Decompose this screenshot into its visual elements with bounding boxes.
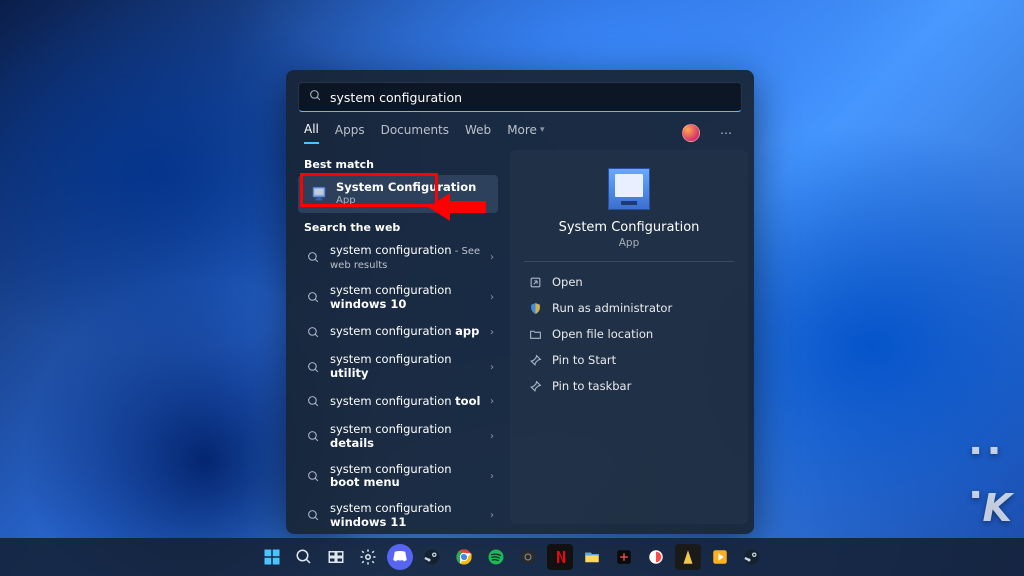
netflix-app-icon[interactable] (547, 544, 573, 570)
action-open[interactable]: Open (524, 270, 734, 294)
settings-app-icon[interactable] (355, 544, 381, 570)
chevron-right-icon: › (490, 431, 494, 442)
search-filter-tabs: All Apps Documents Web More ▾ ⋯ (286, 118, 754, 144)
web-result[interactable]: system configuration - See web results › (292, 238, 504, 278)
search-icon (304, 323, 322, 341)
best-match-title: System Configuration (336, 181, 488, 195)
web-result[interactable]: system configuration utility › (292, 347, 504, 387)
chevron-right-icon: › (490, 396, 494, 407)
shield-icon (528, 302, 542, 315)
tab-apps[interactable]: Apps (335, 122, 365, 144)
taskbar-search-button[interactable] (291, 544, 317, 570)
action-open-file-location[interactable]: Open file location (524, 322, 734, 346)
search-icon (304, 393, 322, 411)
watermark: ▪ ▪▪K (971, 442, 1010, 530)
file-explorer-icon[interactable] (579, 544, 605, 570)
best-match-label: Best match (292, 150, 504, 175)
web-result[interactable]: system configuration windows 10 › (292, 278, 504, 318)
tab-web[interactable]: Web (465, 122, 491, 144)
app-icon[interactable] (643, 544, 669, 570)
search-icon (304, 358, 322, 376)
app-icon[interactable] (675, 544, 701, 570)
chevron-down-icon: ▾ (540, 125, 545, 135)
action-run-as-admin[interactable]: Run as administrator (524, 296, 734, 320)
search-bar[interactable] (298, 82, 742, 112)
best-match-subtitle: App (336, 195, 488, 207)
more-options-button[interactable]: ⋯ (716, 126, 736, 140)
web-result[interactable]: system configuration details › (292, 417, 504, 457)
discord-app-icon[interactable] (387, 544, 413, 570)
action-pin-to-taskbar[interactable]: Pin to taskbar (524, 374, 734, 398)
web-result[interactable]: system configuration tool › (292, 387, 504, 417)
tab-all[interactable]: All (304, 122, 319, 144)
taskbar (0, 538, 1024, 576)
pin-icon (528, 380, 542, 393)
chevron-right-icon: › (490, 252, 494, 263)
web-result[interactable]: system configuration app › (292, 317, 504, 347)
pin-icon (528, 354, 542, 367)
search-icon (304, 289, 322, 307)
app-icon[interactable] (515, 544, 541, 570)
chevron-right-icon: › (490, 471, 494, 482)
tab-more[interactable]: More ▾ (507, 122, 544, 144)
user-avatar[interactable] (682, 124, 700, 142)
preview-title: System Configuration (559, 220, 700, 235)
search-icon (304, 467, 322, 485)
open-icon (528, 276, 542, 289)
preview-subtitle: App (619, 237, 640, 249)
chevron-right-icon: › (490, 510, 494, 521)
web-result[interactable]: system configuration boot menu › (292, 457, 504, 497)
best-match-result[interactable]: System Configuration App (298, 175, 498, 213)
action-pin-to-start[interactable]: Pin to Start (524, 348, 734, 372)
app-icon[interactable] (707, 544, 733, 570)
results-column: Best match System Configuration App Sear… (292, 150, 504, 524)
search-icon (304, 507, 322, 525)
search-icon (309, 89, 322, 105)
preview-pane: System Configuration App Open Run as adm… (510, 150, 748, 524)
steam-app-icon[interactable] (739, 544, 765, 570)
app-icon[interactable] (611, 544, 637, 570)
chrome-app-icon[interactable] (451, 544, 477, 570)
msconfig-icon-large (608, 168, 650, 210)
search-the-web-label: Search the web (292, 213, 504, 238)
web-result[interactable]: system configuration windows 11 › (292, 496, 504, 534)
steam-app-icon[interactable] (419, 544, 445, 570)
search-icon (304, 428, 322, 446)
task-view-button[interactable] (323, 544, 349, 570)
chevron-right-icon: › (490, 362, 494, 373)
folder-icon (528, 328, 542, 341)
search-icon (304, 249, 322, 267)
search-input[interactable] (330, 90, 731, 105)
start-button[interactable] (259, 544, 285, 570)
spotify-app-icon[interactable] (483, 544, 509, 570)
chevron-right-icon: › (490, 292, 494, 303)
tab-documents[interactable]: Documents (381, 122, 449, 144)
msconfig-icon (310, 185, 328, 203)
chevron-right-icon: › (490, 327, 494, 338)
start-search-panel: All Apps Documents Web More ▾ ⋯ Best mat… (286, 70, 754, 534)
